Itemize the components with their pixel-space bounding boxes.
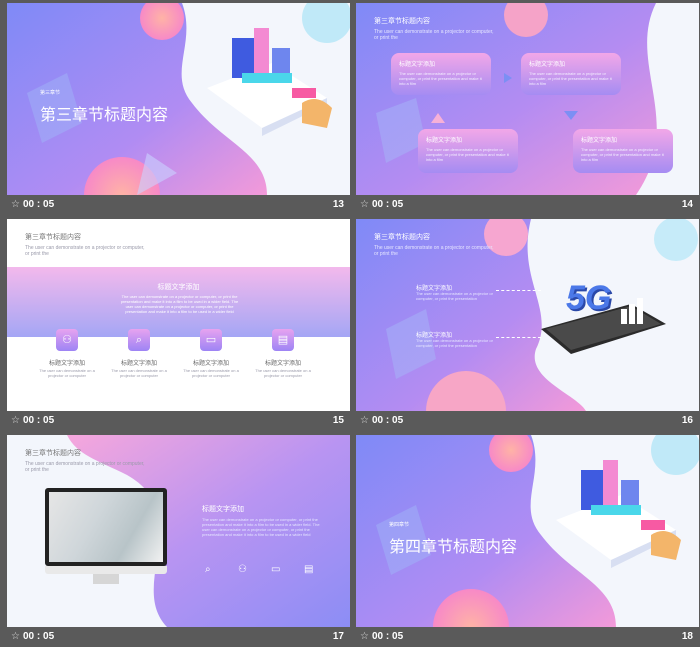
slide-thumbnail-18[interactable]: 第四章节 第四章节标题内容 ☆ 00 : 05 18	[356, 435, 699, 647]
slide-14[interactable]: 第三章节标题内容 The user can demonstrate on a p…	[356, 3, 699, 195]
slide-subtitle: The user can demonstrate on a projector …	[374, 245, 494, 257]
point-connector-line	[496, 290, 541, 291]
slide-thumbnail-13[interactable]: 第三章节 第三章节标题内容 ☆ 00 : 05 13	[7, 3, 350, 215]
transition-star-icon[interactable]: ☆	[360, 415, 369, 426]
slide-13-status-bar: ☆ 00 : 05 13	[7, 195, 350, 215]
info-box-text: The user can demonstrate on a projector …	[399, 71, 482, 86]
slide-header: 第三章节标题内容	[25, 450, 81, 457]
item-text: The user can demonstrate on a projector …	[255, 368, 311, 378]
item-label: 标题文字添加	[48, 361, 85, 367]
slide-number: 13	[332, 199, 344, 210]
slide-thumbnail-16[interactable]: 第三章节标题内容 The user can demonstrate on a p…	[356, 219, 699, 431]
document-icon: ▤	[304, 564, 314, 575]
monitor-screen	[45, 488, 167, 566]
info-box-title: 标题文字添加	[529, 62, 566, 68]
slide-17-status-bar: ☆ 00 : 05 17	[7, 627, 350, 647]
item-label: 标题文字添加	[264, 361, 301, 367]
info-box-2: 标题文字添加 The user can demonstrate on a pro…	[521, 53, 621, 95]
isometric-city-illustration	[551, 450, 686, 570]
point-connector-line	[496, 337, 541, 338]
info-box-text: The user can demonstrate on a projector …	[529, 71, 612, 86]
slide-header: 第三章节标题内容	[374, 234, 430, 241]
slide-subtitle: The user can demonstrate on a projector …	[25, 245, 145, 257]
slide-timing: 00 : 05	[372, 415, 404, 426]
slide-title: 第三章节标题内容	[40, 107, 169, 124]
slide-timing: 00 : 05	[23, 415, 55, 426]
monitor-chin	[45, 566, 167, 574]
slide-number: 15	[332, 415, 344, 426]
slide-subtitle: The user can demonstrate on a projector …	[374, 29, 494, 41]
org-chart-icon: ⚇	[238, 564, 247, 575]
item-label: 标题文字添加	[120, 361, 157, 367]
band-title: 标题文字添加	[157, 284, 200, 291]
chapter-tag: 第四章节	[389, 522, 410, 528]
search-icon: ⌕	[128, 329, 150, 351]
transition-star-icon[interactable]: ☆	[11, 631, 20, 642]
document-icon: ▤	[272, 329, 294, 351]
info-box-title: 标题文字添加	[399, 62, 436, 68]
content-title: 标题文字添加	[202, 506, 244, 513]
slide-15-status-bar: ☆ 00 : 05 15	[7, 411, 350, 431]
info-box-text: The user can demonstrate on a projector …	[581, 147, 664, 162]
slide-18[interactable]: 第四章节 第四章节标题内容	[356, 435, 699, 627]
imac-illustration	[45, 488, 167, 588]
slide-13[interactable]: 第三章节 第三章节标题内容	[7, 3, 350, 195]
slide-timing: 00 : 05	[23, 631, 55, 642]
slide-18-status-bar: ☆ 00 : 05 18	[356, 627, 699, 647]
slide-thumbnail-15[interactable]: 第三章节标题内容 The user can demonstrate on a p…	[7, 219, 350, 431]
org-chart-icon: ⚇	[56, 329, 78, 351]
item-text: The user can demonstrate on a projector …	[39, 368, 95, 378]
transition-star-icon[interactable]: ☆	[11, 415, 20, 426]
point-text: The user can demonstrate on a projector …	[416, 291, 493, 301]
info-box-title: 标题文字添加	[581, 138, 618, 144]
point-text: The user can demonstrate on a projector …	[416, 338, 493, 348]
slide-number: 16	[681, 415, 693, 426]
slide-17[interactable]: 第三章节标题内容 The user can demonstrate on a p…	[7, 435, 350, 627]
5g-badge: 5G	[566, 279, 612, 317]
slide-number: 18	[681, 631, 693, 642]
chapter-tag: 第三章节	[40, 90, 61, 96]
item-text: The user can demonstrate on a projector …	[183, 368, 239, 378]
transition-star-icon[interactable]: ☆	[360, 199, 369, 210]
info-box-1: 标题文字添加 The user can demonstrate on a pro…	[391, 53, 491, 95]
item-text: The user can demonstrate on a projector …	[111, 368, 167, 378]
content-text: The user can demonstrate on a projector …	[202, 517, 320, 537]
slide-sorter-grid: 第三章节 第三章节标题内容 ☆ 00 : 05 13 第三章节标题内容 The …	[0, 0, 700, 647]
info-box-text: The user can demonstrate on a projector …	[426, 147, 509, 162]
info-box-4: 标题文字添加 The user can demonstrate on a pro…	[573, 129, 673, 173]
slide-header: 第三章节标题内容	[25, 234, 81, 241]
presentation-icon: ▭	[200, 329, 222, 351]
slide-timing: 00 : 05	[372, 631, 404, 642]
slide-header: 第三章节标题内容	[374, 18, 430, 25]
transition-star-icon[interactable]: ☆	[360, 631, 369, 642]
presentation-icon: ▭	[271, 564, 281, 575]
slide-thumbnail-14[interactable]: 第三章节标题内容 The user can demonstrate on a p…	[356, 3, 699, 215]
search-icon: ⌕	[205, 564, 211, 575]
office-photo	[49, 492, 163, 562]
info-box-3: 标题文字添加 The user can demonstrate on a pro…	[418, 129, 518, 173]
slide-16[interactable]: 第三章节标题内容 The user can demonstrate on a p…	[356, 219, 699, 411]
item-label: 标题文字添加	[192, 361, 229, 367]
slide-number: 14	[681, 199, 693, 210]
info-box-title: 标题文字添加	[426, 138, 463, 144]
slide-timing: 00 : 05	[23, 199, 55, 210]
monitor-stand	[93, 574, 119, 584]
band-text: The user can demonstrate on a projector …	[120, 294, 239, 314]
slide-16-status-bar: ☆ 00 : 05 16	[356, 411, 699, 431]
slide-subtitle: The user can demonstrate on a projector …	[25, 461, 145, 473]
slide-thumbnail-17[interactable]: 第三章节标题内容 The user can demonstrate on a p…	[7, 435, 350, 647]
isometric-city-illustration	[202, 18, 337, 138]
smartphone-5g-illustration: 5G	[536, 274, 671, 359]
transition-star-icon[interactable]: ☆	[11, 199, 20, 210]
slide-15[interactable]: 第三章节标题内容 The user can demonstrate on a p…	[7, 219, 350, 411]
slide-title: 第四章节标题内容	[389, 539, 518, 556]
slide-timing: 00 : 05	[372, 199, 404, 210]
slide-number: 17	[332, 631, 344, 642]
slide-14-status-bar: ☆ 00 : 05 14	[356, 195, 699, 215]
